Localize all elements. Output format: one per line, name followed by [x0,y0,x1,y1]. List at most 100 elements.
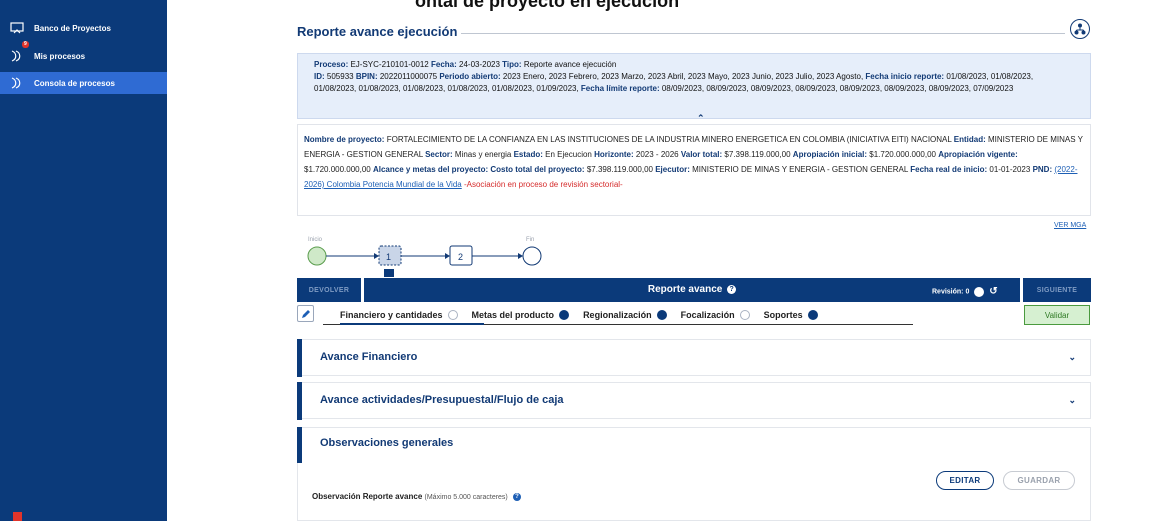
tab-regionalizacion[interactable]: Regionalización [583,310,667,320]
sidebar: Banco de Proyectos 9 Mis procesos Consol… [0,0,167,521]
accent-bar [297,339,302,377]
sidebar-item-label: Banco de Proyectos [34,23,111,33]
revision-indicator: Revisión: 0 ↺ [932,286,998,297]
console-icon [11,77,21,89]
fecha-value: 24-03-2023 [459,60,500,69]
process-icon [11,50,21,62]
label: Fecha: [430,60,457,69]
sector-value: Minas y energia [454,150,512,159]
presentation-icon [10,22,24,34]
label: Tipo: [502,60,522,69]
status-dot-icon [656,310,667,320]
tab-financiero-cantidades[interactable]: Financiero y cantidades [340,310,458,320]
org-chart-button[interactable] [1070,19,1090,39]
pencil-icon [301,309,310,318]
status-badge [13,512,22,521]
devolver-button[interactable]: DEVOLVER [297,278,361,302]
tab-soportes[interactable]: Soportes [764,310,818,320]
proceso-value: EJ-SYC-210101-0012 [350,60,429,69]
accent-bar [297,427,302,463]
notification-badge: 9 [22,41,29,48]
tab-label: Financiero y cantidades [340,310,443,320]
tab-label: Focalización [680,310,735,320]
tab-label: Soportes [763,310,803,320]
flow-end-node [522,246,542,266]
flow-end-label: Fin [526,237,534,243]
flow-start-label: Inicio [308,237,323,243]
collapse-icon[interactable]: ⌃ [697,112,705,124]
org-chart-icon [1074,23,1086,35]
label: Fecha límite reporte: [580,84,660,93]
report-action-bar: DEVOLVER Reporte avance ? Revisión: 0 ↺ … [297,278,1091,302]
fecha-real-value: 01-01-2023 [989,165,1031,174]
label: Fecha real de inicio: [910,165,988,174]
revision-count: Revisión: 0 [932,288,970,296]
apropiacion-inicial-value: $1.720.000.000,00 [869,150,936,159]
label: Fecha inicio reporte: [865,72,945,81]
status-dot-icon [447,310,458,320]
flow-step-1-label: 1 [386,252,391,262]
ver-mga-link[interactable]: VER MGA [1054,222,1086,229]
observaciones-panel: Observaciones generales EDITAR GUARDAR O… [297,427,1091,521]
tab-focalizacion[interactable]: Focalización [681,310,750,320]
help-icon[interactable]: ? [513,492,522,501]
accent-bar [297,382,302,420]
section-title: Reporte avance ejecución [297,24,462,39]
nombre-value: FORTALECIMIENTO DE LA CONFIANZA EN LAS I… [386,135,952,144]
chevron-down-icon: ⌄ [1068,395,1076,405]
tab-list: Financiero y cantidades Metas del produc… [323,305,818,325]
label: Ejecutor: [655,165,690,174]
flow-step-2-label: 2 [458,252,463,262]
editar-button[interactable]: EDITAR [936,471,994,490]
label: Costo total del proyecto: [490,165,585,174]
siguiente-button[interactable]: SIGUIENTE [1023,278,1091,302]
project-info-panel: Nombre de proyecto: FORTALECIMIENTO DE L… [297,124,1091,216]
label: Apropiación vigente: [938,150,1018,159]
status-dot-icon [559,310,570,320]
label: Sector: [425,150,453,159]
bpin-value: 2022011000075 [379,72,438,81]
history-icon[interactable]: ↺ [989,286,997,297]
label: Periodo abierto: [439,72,501,81]
flow-start-node [307,246,327,266]
observation-label: Observación Reporte avance (Máximo 5.000… [312,492,522,501]
label: ID: [314,72,325,81]
tab-label: Metas del producto [471,310,555,320]
ejecutor-value: MINISTERIO DE MINAS Y ENERGIA - GESTION … [692,165,909,174]
label: PND: [1032,165,1053,174]
help-icon[interactable]: ? [727,284,737,294]
report-title-text: Reporte avance [647,284,723,295]
label: Estado: [513,150,543,159]
accordion-avance-actividades[interactable]: Avance actividades/Presupuestal/Flujo de… [297,382,1091,420]
validar-button[interactable]: Validar [1024,305,1090,325]
edit-button[interactable] [297,305,314,322]
process-flow-diagram: Inicio 1 2 Fin [307,237,542,277]
periodo-value: 2023 Enero, 2023 Febrero, 2023 Marzo, 20… [502,72,864,81]
observation-label-text: Observación Reporte avance [312,492,423,501]
sidebar-item-label: Mis procesos [34,51,86,61]
label: Valor total: [680,150,723,159]
report-title: Reporte avance ? [364,284,1020,295]
process-info-panel: Proceso: EJ-SYC-210101-0012 Fecha: 24-03… [297,53,1091,123]
sidebar-item-banco-proyectos[interactable]: Banco de Proyectos [0,17,167,39]
apropiacion-vigente-value: $1.720.000.000,00 [304,165,371,174]
observation-hint: (Máximo 5.000 caracteres) [424,494,508,501]
tabs-row: Financiero y cantidades Metas del produc… [297,305,1091,327]
label: BPIN: [355,72,378,81]
sidebar-item-mis-procesos[interactable]: 9 Mis procesos [0,41,167,67]
tipo-value: Reporte avance ejecución [523,60,617,69]
label: Entidad: [953,135,986,144]
status-dot-icon [739,310,750,320]
costo-value: $7.398.119.000,00 [586,165,653,174]
flow-current-marker [384,269,394,277]
valor-value: $7.398.119.000,00 [724,150,791,159]
accordion-title: Observaciones generales [320,437,454,449]
sidebar-item-consola-procesos[interactable]: Consola de procesos [0,72,167,94]
accordion-avance-financiero[interactable]: Avance Financiero ⌄ [297,339,1091,377]
tab-metas-producto[interactable]: Metas del producto [472,310,570,320]
label: Proceso: [314,60,349,69]
chevron-down-icon: ⌄ [1068,352,1076,362]
accordion-title: Avance Financiero [320,351,418,363]
guardar-button[interactable]: GUARDAR [1003,471,1075,490]
horizonte-value: 2023 - 2026 [635,150,679,159]
